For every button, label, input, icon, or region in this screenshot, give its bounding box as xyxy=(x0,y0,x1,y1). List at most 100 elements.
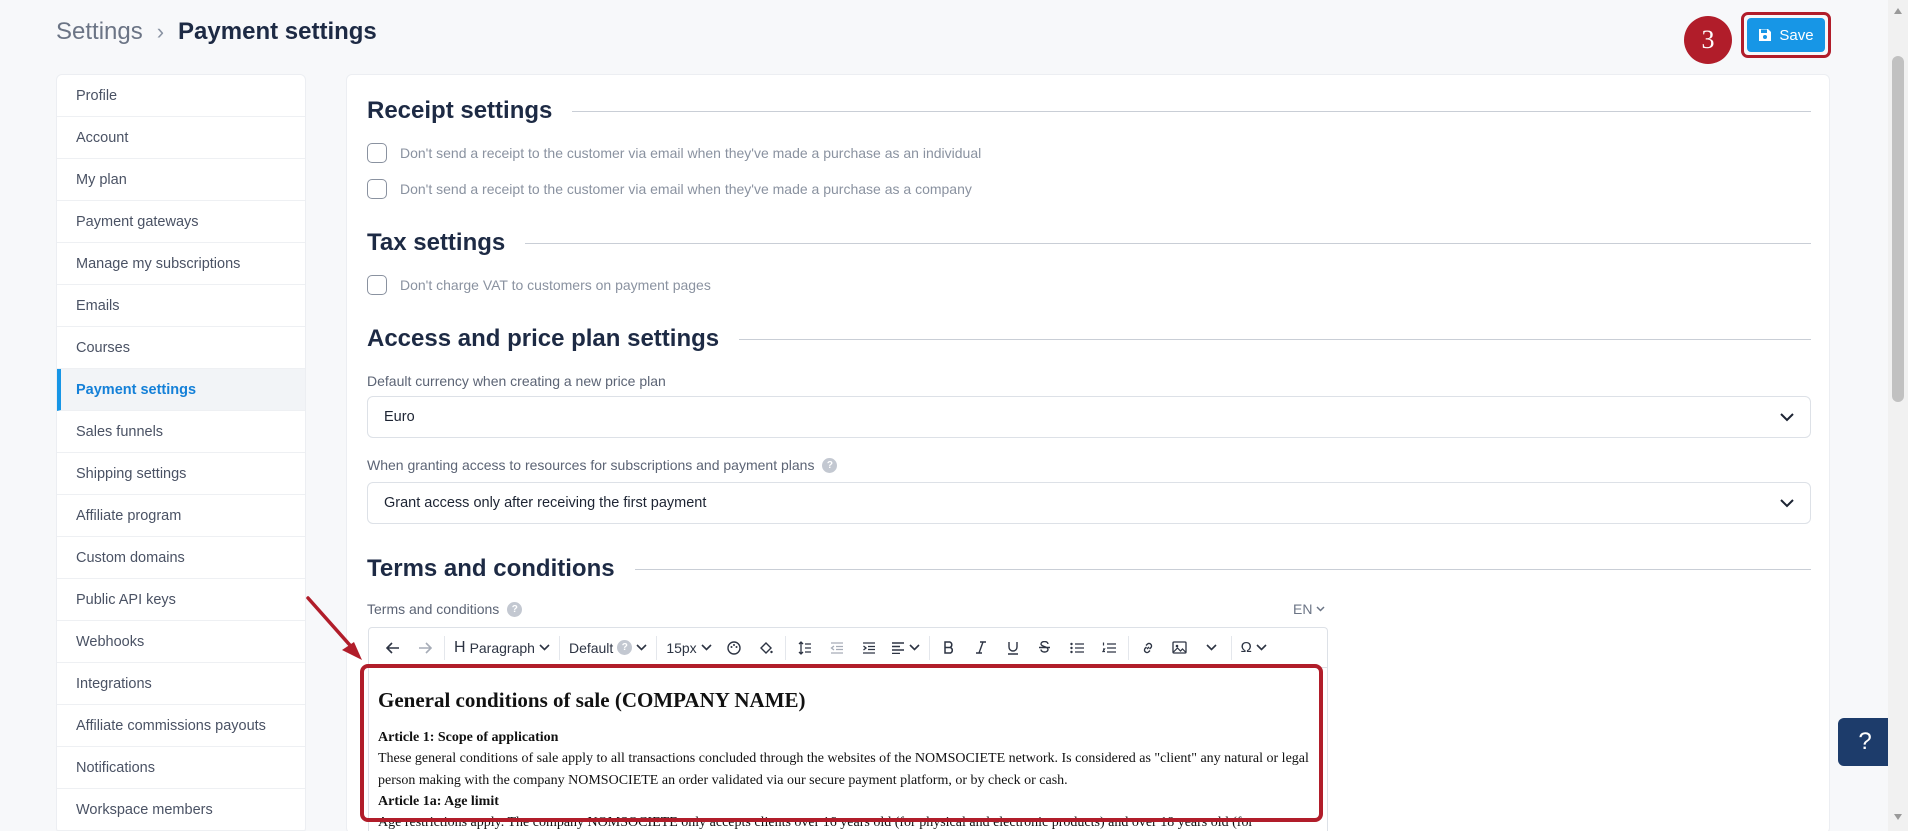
sidebar-item-courses[interactable]: Courses xyxy=(57,327,305,369)
arrow-right-icon xyxy=(419,641,432,654)
italic-button[interactable] xyxy=(965,633,997,663)
toolbar-separator xyxy=(558,635,560,660)
floppy-disk-icon xyxy=(1759,29,1772,41)
info-icon[interactable]: ? xyxy=(822,457,838,473)
undo-button[interactable] xyxy=(377,633,409,663)
special-character-dropdown[interactable]: Ω xyxy=(1235,633,1273,663)
sidebar-item-my-plan[interactable]: My plan xyxy=(57,159,305,201)
info-icon: ? xyxy=(617,640,633,655)
omega-icon: Ω xyxy=(1240,639,1252,656)
sidebar-item-sales-funnels[interactable]: Sales funnels xyxy=(57,411,305,453)
receipt-individual-option: Don't send a receipt to the customer via… xyxy=(367,143,981,163)
media-dropdown[interactable] xyxy=(1196,633,1228,663)
sidebar-item-affiliate-payouts[interactable]: Affiliate commissions payouts xyxy=(57,705,305,747)
sidebar-item-notifications[interactable]: Notifications xyxy=(57,747,305,789)
heading-icon: H xyxy=(454,638,466,656)
arrow-left-icon xyxy=(386,641,399,654)
receipt-company-label: Don't send a receipt to the customer via… xyxy=(400,181,972,197)
language-value: EN xyxy=(1293,601,1313,617)
section-divider xyxy=(634,568,1811,570)
toolbar-separator xyxy=(1127,635,1129,660)
sidebar-item-emails[interactable]: Emails xyxy=(57,285,305,327)
highlight-button[interactable] xyxy=(750,633,782,663)
chevron-down-icon xyxy=(539,644,550,651)
breadcrumb: Settings › Payment settings xyxy=(56,18,377,46)
align-left-icon xyxy=(891,641,904,654)
breadcrumb-settings-link[interactable]: Settings xyxy=(56,18,143,46)
strikethrough-button[interactable] xyxy=(1029,633,1061,663)
indent-icon xyxy=(862,641,875,654)
font-size-dropdown[interactable]: 15px xyxy=(660,633,717,663)
image-icon xyxy=(1172,641,1187,654)
sidebar-item-integrations[interactable]: Integrations xyxy=(57,663,305,705)
chevron-down-icon xyxy=(1780,412,1794,421)
block-format-dropdown[interactable]: H Paragraph xyxy=(448,633,556,663)
chevron-down-icon xyxy=(1256,644,1267,651)
save-button-highlight: Save xyxy=(1741,12,1831,58)
bold-icon xyxy=(943,641,953,654)
image-button[interactable] xyxy=(1164,633,1196,663)
underline-button[interactable] xyxy=(997,633,1029,663)
sidebar-item-affiliate-program[interactable]: Affiliate program xyxy=(57,495,305,537)
info-icon[interactable]: ? xyxy=(507,601,523,617)
grant-access-label: When granting access to resources for su… xyxy=(367,457,838,473)
align-dropdown[interactable] xyxy=(885,633,926,663)
sidebar-item-shipping-settings[interactable]: Shipping settings xyxy=(57,453,305,495)
chevron-down-icon xyxy=(909,644,920,651)
sidebar-item-payment-gateways[interactable]: Payment gateways xyxy=(57,201,305,243)
receipt-individual-checkbox[interactable] xyxy=(367,143,387,163)
sidebar-item-workspace-members[interactable]: Workspace members xyxy=(57,789,305,831)
vat-checkbox[interactable] xyxy=(367,275,387,295)
outdent-button[interactable] xyxy=(821,633,853,663)
toolbar-separator xyxy=(656,635,658,660)
terms-label-text: Terms and conditions xyxy=(367,601,500,617)
scroll-down-arrow-icon[interactable] xyxy=(1894,814,1902,820)
editor-toolbar: H Paragraph Default ? 15px Ω xyxy=(368,627,1328,667)
italic-icon xyxy=(975,641,986,654)
grant-access-select[interactable]: Grant access only after receiving the fi… xyxy=(367,482,1811,524)
currency-label-text: Default currency when creating a new pri… xyxy=(367,373,666,389)
sidebar-item-webhooks[interactable]: Webhooks xyxy=(57,621,305,663)
terms-label: Terms and conditions ? xyxy=(367,601,523,617)
page-scrollbar[interactable] xyxy=(1888,0,1908,831)
font-size-value: 15px xyxy=(666,639,697,656)
scrollbar-thumb[interactable] xyxy=(1892,56,1904,402)
indent-button[interactable] xyxy=(853,633,885,663)
scroll-up-arrow-icon[interactable] xyxy=(1894,8,1902,14)
line-height-button[interactable] xyxy=(789,633,821,663)
link-button[interactable] xyxy=(1132,633,1164,663)
toolbar-separator xyxy=(444,635,445,660)
step-badge: 3 xyxy=(1684,16,1732,64)
currency-select[interactable]: Euro xyxy=(367,396,1811,438)
sidebar-item-custom-domains[interactable]: Custom domains xyxy=(57,537,305,579)
terms-section-title: Terms and conditions xyxy=(367,555,615,582)
save-button-label: Save xyxy=(1779,26,1814,44)
numbered-list-icon xyxy=(1101,642,1116,653)
terms-section-header: Terms and conditions xyxy=(367,555,1811,583)
bullet-list-button[interactable] xyxy=(1061,633,1093,663)
access-section-title: Access and price plan settings xyxy=(367,325,720,352)
font-family-dropdown[interactable]: Default ? xyxy=(563,633,653,663)
bold-button[interactable] xyxy=(933,633,965,663)
paint-bucket-icon xyxy=(759,641,773,654)
help-button[interactable]: ? xyxy=(1838,718,1892,766)
sidebar-item-payment-settings[interactable]: Payment settings xyxy=(57,369,305,411)
save-button[interactable]: Save xyxy=(1747,18,1825,52)
sidebar-item-public-api-keys[interactable]: Public API keys xyxy=(57,579,305,621)
sidebar-item-account[interactable]: Account xyxy=(57,117,305,159)
section-divider xyxy=(739,338,1811,340)
font-family-value: Default xyxy=(568,639,614,656)
settings-sidebar: Profile Account My plan Payment gateways… xyxy=(56,74,306,831)
sidebar-item-manage-subscriptions[interactable]: Manage my subscriptions xyxy=(57,243,305,285)
annotation-arrow-icon xyxy=(306,596,362,660)
text-color-button[interactable] xyxy=(718,633,750,663)
receipt-individual-label: Don't send a receipt to the customer via… xyxy=(400,145,982,161)
grant-access-select-value: Grant access only after receiving the fi… xyxy=(384,495,707,511)
language-selector[interactable]: EN xyxy=(1293,601,1325,617)
receipt-company-checkbox[interactable] xyxy=(367,179,387,199)
numbered-list-button[interactable] xyxy=(1093,633,1125,663)
sidebar-item-profile[interactable]: Profile xyxy=(57,75,305,117)
receipt-section-title: Receipt settings xyxy=(367,97,553,124)
redo-button[interactable] xyxy=(409,633,441,663)
tax-section-title: Tax settings xyxy=(367,229,506,256)
